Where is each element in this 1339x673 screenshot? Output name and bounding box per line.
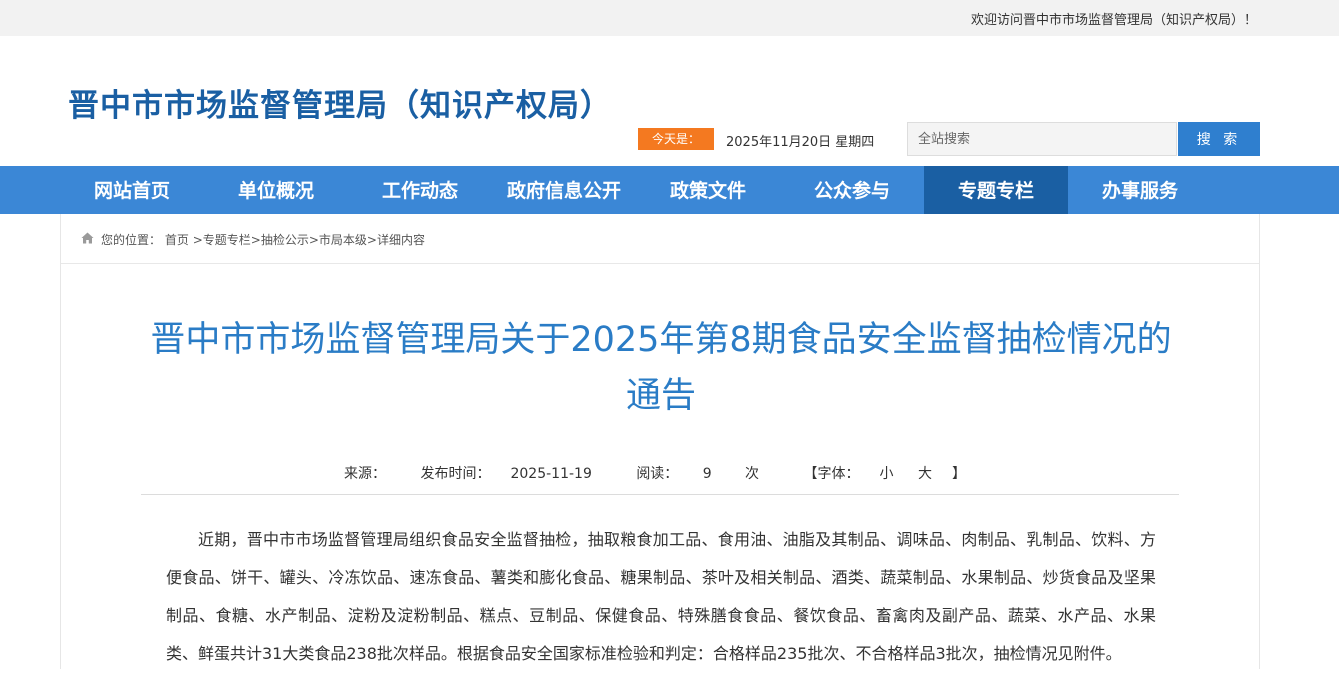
meta-divider [141,494,1179,495]
article-body: 近期，晋中市市场监督管理局组织食品安全监督抽检，抽取粮食加工品、食用油、油脂及其… [166,530,1156,663]
site-title[interactable]: 晋中市市场监督管理局（知识产权局） [68,80,612,125]
breadcrumb-city-level[interactable]: 市局本级 [319,233,367,247]
welcome-text: 欢迎访问晋中市市场监督管理局（知识产权局）！ [970,13,1257,28]
breadcrumb-separator: > [366,233,377,247]
nav-item-home[interactable]: 网站首页 [60,166,204,214]
nav-item-participation[interactable]: 公众参与 [780,166,924,214]
publish-date: 2025-11-19 [510,466,592,482]
font-size-open: 【字体： [803,466,860,482]
nav-item-topics[interactable]: 专题专栏 [924,166,1068,214]
breadcrumb-home[interactable]: 首页 [165,233,189,247]
article-meta: 来源： 发布时间： 2025-11-19 阅读： 9 次 【字体： 小 大 】 [61,463,1259,483]
font-large-button[interactable]: 大 [918,466,932,482]
nav-item-services[interactable]: 办事服务 [1068,166,1212,214]
nav-item-overview[interactable]: 单位概况 [204,166,348,214]
publish-label: 发布时间： [420,466,491,482]
content-panel: 您的位置： 首页 >专题专栏>抽检公示>市局本级>详细内容 晋中市市场监督管理局… [60,214,1260,669]
font-size-close: 】 [951,466,966,482]
nav-item-news[interactable]: 工作动态 [348,166,492,214]
breadcrumb-separator: > [308,233,319,247]
top-bar: 欢迎访问晋中市市场监督管理局（知识产权局）！ [0,0,1339,36]
read-label: 阅读： [636,466,679,482]
current-date: 2025年11月20日 星期四 [726,135,875,150]
main-nav: 网站首页 单位概况 工作动态 政府信息公开 政策文件 公众参与 专题专栏 办事服… [0,166,1339,214]
source-label: 来源： [344,466,387,482]
today-badge: 今天是： [638,128,714,150]
font-small-button[interactable]: 小 [880,466,894,482]
read-count: 9 [702,466,712,482]
search-input[interactable] [907,122,1177,156]
breadcrumb-separator: > [192,233,203,247]
breadcrumb-current: 详细内容 [376,233,425,247]
article-title: 晋中市市场监督管理局关于2025年第8期食品安全监督抽检情况的通告 [150,320,1172,416]
breadcrumb-prefix: 您的位置： [101,233,162,247]
site-header: 晋中市市场监督管理局（知识产权局） 今天是： 2025年11月20日 星期四 搜… [0,36,1339,166]
breadcrumb-inspection[interactable]: 抽检公示 [261,233,309,247]
breadcrumb-topics[interactable]: 专题专栏 [203,233,251,247]
nav-item-gov-info[interactable]: 政府信息公开 [492,166,636,214]
breadcrumb-separator: > [250,233,261,247]
home-icon [81,232,94,244]
breadcrumb: 您的位置： 首页 >专题专栏>抽检公示>市局本级>详细内容 [61,214,1259,264]
nav-item-policy[interactable]: 政策文件 [636,166,780,214]
search-button[interactable]: 搜 索 [1178,122,1260,156]
read-unit: 次 [745,466,760,482]
